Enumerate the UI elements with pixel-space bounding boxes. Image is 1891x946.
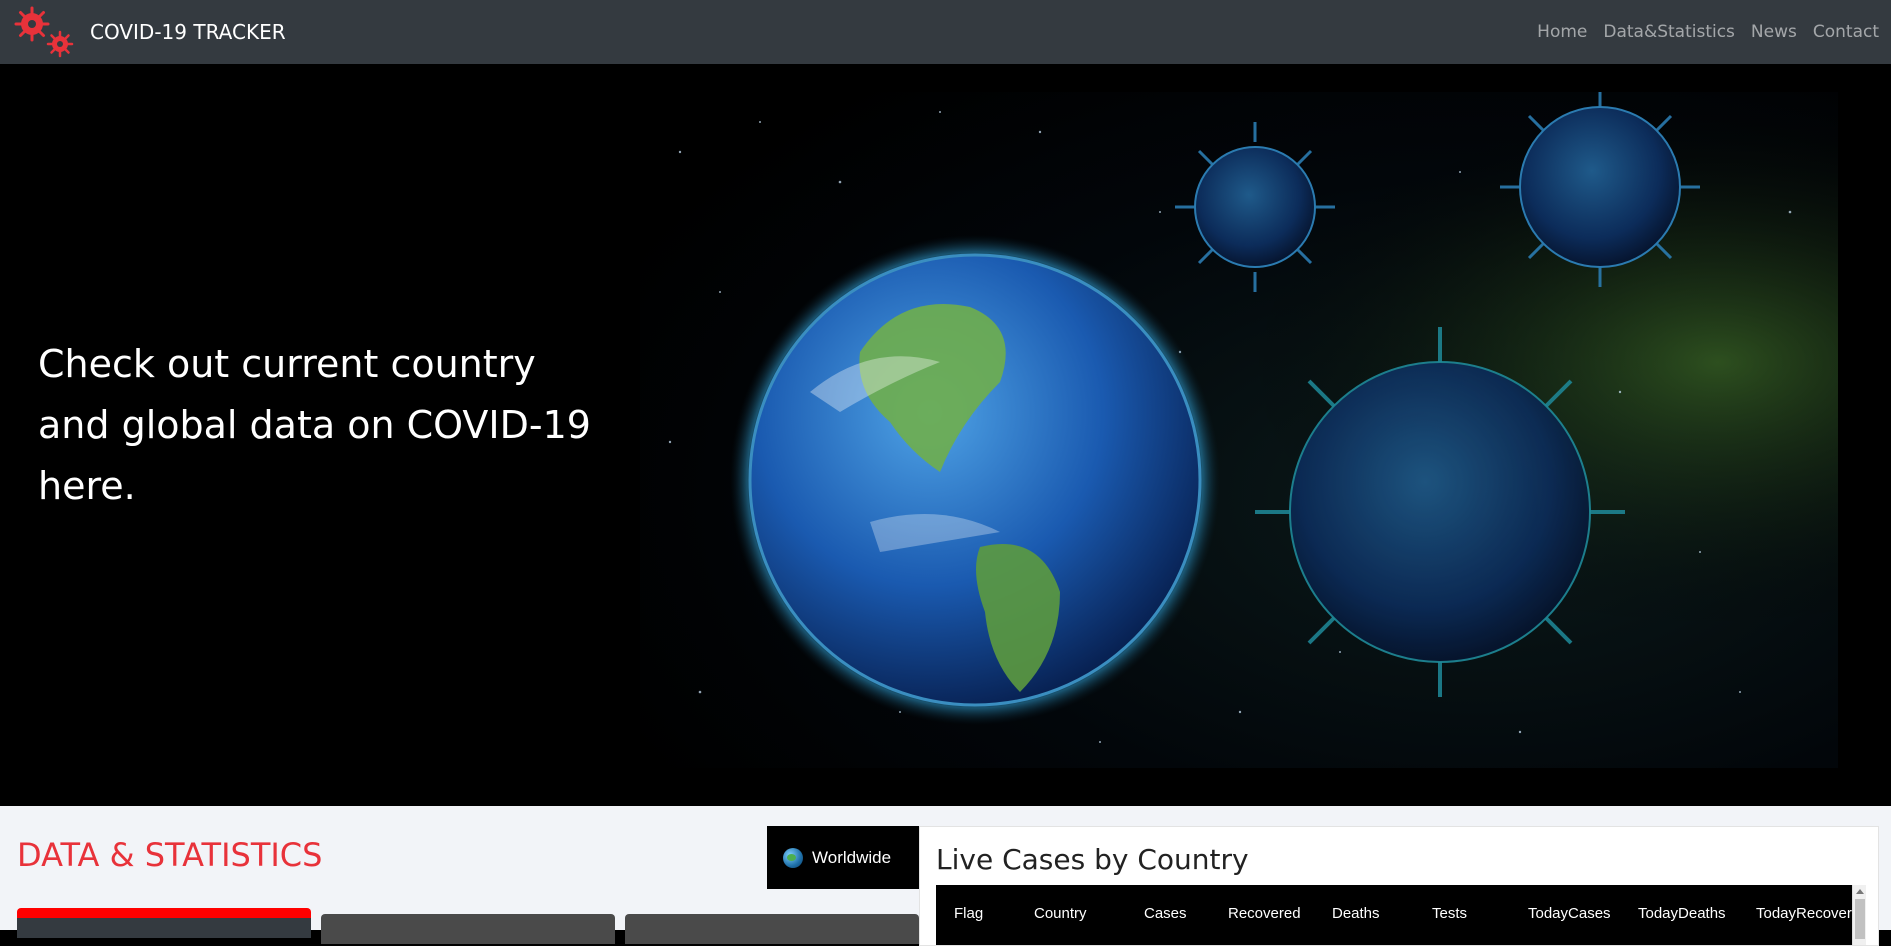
column-deaths[interactable]: Deaths	[1332, 905, 1380, 922]
live-cases-title: Live Cases by Country	[936, 843, 1249, 876]
column-today-cases[interactable]: TodayCases	[1528, 905, 1611, 922]
column-flag[interactable]: Flag	[954, 905, 983, 922]
hero-earth-virus-image	[640, 87, 1838, 768]
data-statistics-section: DATA & STATISTICS Worldwide Live Cases b…	[0, 806, 1891, 946]
stat-card-recovered	[321, 914, 615, 944]
column-cases[interactable]: Cases	[1144, 905, 1187, 922]
nav-data-statistics[interactable]: Data&Statistics	[1603, 22, 1735, 42]
nav-contact[interactable]: Contact	[1813, 22, 1879, 42]
column-tests[interactable]: Tests	[1432, 905, 1467, 922]
worldwide-button[interactable]: Worldwide	[767, 826, 919, 889]
hero-section: Check out current country and global dat…	[0, 64, 1891, 806]
globe-icon	[783, 847, 803, 868]
brand[interactable]: COVID-19 TRACKER	[12, 4, 286, 60]
scroll-up-icon[interactable]	[1856, 889, 1864, 894]
stat-card-deaths	[625, 914, 919, 944]
column-today-recovered[interactable]: TodayRecovered	[1756, 905, 1852, 922]
section-title: DATA & STATISTICS	[17, 836, 323, 874]
live-cases-panel: Live Cases by Country Flag Country Cases…	[919, 826, 1879, 946]
nav-links: Home Data&Statistics News Contact	[1521, 0, 1879, 64]
table-scrollbar[interactable]	[1852, 885, 1866, 945]
column-today-deaths[interactable]: TodayDeaths	[1638, 905, 1726, 922]
scroll-thumb[interactable]	[1855, 899, 1865, 939]
navbar: COVID-19 TRACKER Home Data&Statistics Ne…	[0, 0, 1891, 64]
virus-logo-icon	[12, 4, 76, 60]
nav-news[interactable]: News	[1751, 22, 1797, 42]
column-country[interactable]: Country	[1034, 905, 1087, 922]
column-recovered[interactable]: Recovered	[1228, 905, 1301, 922]
worldwide-label: Worldwide	[812, 847, 892, 867]
hero-text: Check out current country and global dat…	[38, 342, 591, 508]
nav-home[interactable]: Home	[1537, 22, 1587, 42]
stat-card-cases	[17, 908, 311, 938]
table-header: Flag Country Cases Recovered Deaths Test…	[936, 885, 1852, 945]
brand-name: COVID-19 TRACKER	[90, 20, 286, 44]
